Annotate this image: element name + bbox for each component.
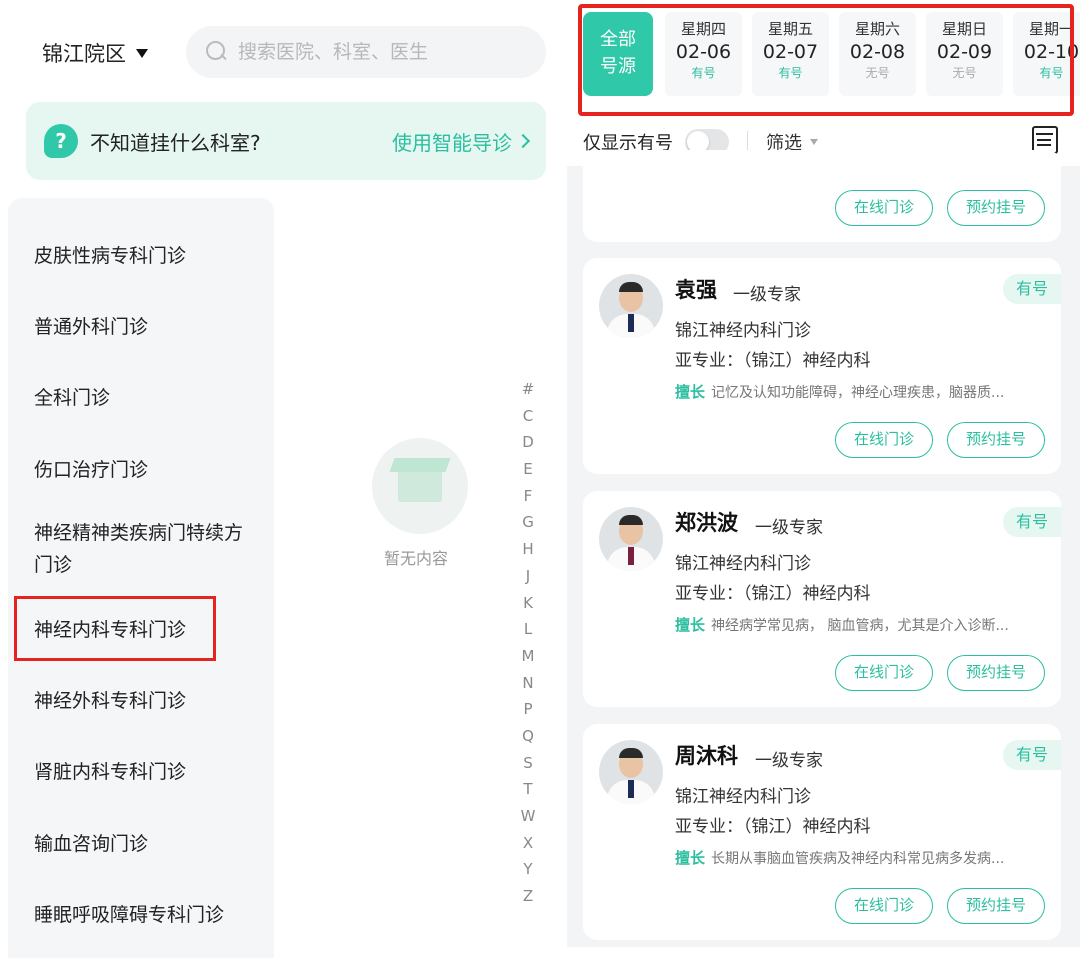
expertise-tag: 擅长 xyxy=(675,383,706,401)
expertise-text: 神经病学常见病， 脑血管病，尤其是介入诊断... xyxy=(711,617,1009,634)
department-item[interactable]: 输血咨询门诊 xyxy=(34,828,264,860)
doctor-expertise: 擅长 神经病学常见病， 脑血管病，尤其是介入诊断... xyxy=(675,614,1009,635)
doctor-department: 锦江神经内科门诊 xyxy=(675,787,811,807)
chevron-right-icon xyxy=(515,133,531,149)
filter-caret-icon xyxy=(810,139,818,145)
smart-guide-banner[interactable]: ? 不知道挂什么科室? 使用智能导诊 xyxy=(26,102,546,180)
doctor-name: 袁强 xyxy=(675,278,717,302)
book-appointment-button[interactable]: 预约挂号 xyxy=(947,888,1045,924)
expertise-tag: 擅长 xyxy=(675,849,706,867)
expertise-tag: 擅长 xyxy=(675,616,706,634)
alpha-index-item[interactable]: W xyxy=(518,803,538,830)
alpha-index-item[interactable]: L xyxy=(518,616,538,643)
availability-badge: 有号 xyxy=(1003,274,1061,304)
alpha-index-item[interactable]: X xyxy=(518,830,538,857)
doctor-subspecialty: 亚专业：（锦江）神经内科 xyxy=(675,584,871,604)
availability-badge: 有号 xyxy=(1003,507,1061,537)
department-item[interactable]: 睡眠呼吸障碍专科门诊 xyxy=(34,899,264,931)
doctor-card[interactable]: 周沐科 一级专家 有号 锦江神经内科门诊 亚专业：（锦江）神经内科 擅长 长期从… xyxy=(583,724,1061,940)
guide-link-label: 使用智能导诊 xyxy=(392,130,512,155)
smart-guide-link[interactable]: 使用智能导诊 xyxy=(392,127,531,156)
alpha-index-item[interactable]: H xyxy=(518,536,538,563)
caret-down-icon xyxy=(136,48,148,58)
alpha-index-item[interactable]: N xyxy=(518,670,538,697)
empty-box-icon xyxy=(372,438,468,534)
alpha-index-item[interactable]: F xyxy=(518,483,538,510)
department-panel: 锦江院区 ? 不知道挂什么科室? 使用智能导诊 皮肤性病专科门诊 普通外科门诊 … xyxy=(0,0,563,958)
alpha-index-item[interactable]: Z xyxy=(518,883,538,910)
expertise-text: 长期从事脑血管疾病及神经内科常见病多发病... xyxy=(711,850,1005,867)
doctor-title: 一级专家 xyxy=(733,285,801,305)
online-clinic-button[interactable]: 在线门诊 xyxy=(835,655,933,691)
question-icon: ? xyxy=(44,124,78,158)
doctor-subspecialty: 亚专业：（锦江）神经内科 xyxy=(675,351,871,371)
department-item[interactable]: 皮肤性病专科门诊 xyxy=(34,240,264,272)
doctor-subspecialty: 亚专业：（锦江）神经内科 xyxy=(675,817,871,837)
doctor-expertise: 擅长 长期从事脑血管疾病及神经内科常见病多发病... xyxy=(675,847,1004,868)
alpha-index-item[interactable]: E xyxy=(518,456,538,483)
doctor-department: 锦江神经内科门诊 xyxy=(675,321,811,341)
department-item[interactable]: 伤口治疗门诊 xyxy=(34,454,264,486)
doctor-expertise: 擅长 记忆及认知功能障碍，神经心理疾患，脑器质... xyxy=(675,381,1004,402)
availability-badge: 有号 xyxy=(1003,740,1061,770)
search-icon xyxy=(206,41,228,63)
doctor-avatar xyxy=(599,740,663,804)
doctor-title: 一级专家 xyxy=(755,518,823,538)
empty-state-illustration xyxy=(372,438,468,534)
online-clinic-button[interactable]: 在线门诊 xyxy=(835,888,933,924)
alpha-index-item[interactable]: # xyxy=(518,376,538,403)
online-clinic-button[interactable]: 在线门诊 xyxy=(835,422,933,458)
department-item[interactable]: 全科门诊 xyxy=(34,382,264,414)
doctor-name: 郑洪波 xyxy=(675,511,738,535)
expertise-text: 记忆及认知功能障碍，神经心理疾患，脑器质... xyxy=(711,384,1005,401)
online-clinic-button[interactable]: 在线门诊 xyxy=(835,190,933,226)
book-appointment-button[interactable]: 预约挂号 xyxy=(947,190,1045,226)
alpha-index-item[interactable]: P xyxy=(518,696,538,723)
alpha-index-item[interactable]: C xyxy=(518,403,538,430)
campus-selector[interactable]: 锦江院区 xyxy=(42,38,148,68)
guide-text: 不知道挂什么科室? xyxy=(90,130,261,155)
empty-state-text: 暂无内容 xyxy=(384,549,449,568)
search-bar[interactable] xyxy=(186,26,546,78)
date-highlight-box xyxy=(578,4,1074,116)
selection-highlight xyxy=(14,596,216,661)
doctor-department: 锦江神经内科门诊 xyxy=(675,554,811,574)
doctor-name: 周沐科 xyxy=(675,744,738,768)
doctor-avatar xyxy=(599,274,663,338)
department-item[interactable]: 神经外科专科门诊 xyxy=(34,685,264,717)
alpha-index-item[interactable]: Q xyxy=(518,723,538,750)
alpha-index-item[interactable]: T xyxy=(518,776,538,803)
alpha-index-item[interactable]: G xyxy=(518,509,538,536)
alpha-index-item[interactable]: K xyxy=(518,590,538,617)
doctor-card[interactable]: 郑洪波 一级专家 有号 锦江神经内科门诊 亚专业：（锦江）神经内科 擅长 神经病… xyxy=(583,491,1061,707)
doctor-title: 一级专家 xyxy=(755,751,823,771)
campus-label: 锦江院区 xyxy=(42,42,126,66)
alpha-index-item[interactable]: M xyxy=(518,643,538,670)
department-item[interactable]: 神经精神类疾病门特续方门诊 xyxy=(34,517,254,581)
alphabet-index: # C D E F G H J K L M N P Q S T W X Y Z xyxy=(518,376,538,910)
alpha-index-item[interactable]: D xyxy=(518,429,538,456)
alpha-index-item[interactable]: J xyxy=(518,563,538,590)
department-item[interactable]: 普通外科门诊 xyxy=(34,311,264,343)
doctor-card[interactable]: 袁强 一级专家 有号 锦江神经内科门诊 亚专业：（锦江）神经内科 擅长 记忆及认… xyxy=(583,258,1061,474)
doctor-panel: 全部 号源 星期四 02-06 有号 星期五 02-07 有号 星期六 02-0… xyxy=(567,0,1080,947)
book-appointment-button[interactable]: 预约挂号 xyxy=(947,422,1045,458)
date-selector: 全部 号源 星期四 02-06 有号 星期五 02-07 有号 星期六 02-0… xyxy=(567,0,1080,118)
book-appointment-button[interactable]: 预约挂号 xyxy=(947,655,1045,691)
doctor-card: 在线门诊 预约挂号 xyxy=(583,150,1061,242)
department-item[interactable]: 肾脏内科专科门诊 xyxy=(34,756,264,788)
alpha-index-item[interactable]: Y xyxy=(518,856,538,883)
department-list: 皮肤性病专科门诊 普通外科门诊 全科门诊 伤口治疗门诊 神经精神类疾病门特续方门… xyxy=(8,198,274,958)
search-input[interactable] xyxy=(238,41,528,63)
alpha-index-item[interactable]: S xyxy=(518,750,538,777)
doctor-avatar xyxy=(599,507,663,571)
